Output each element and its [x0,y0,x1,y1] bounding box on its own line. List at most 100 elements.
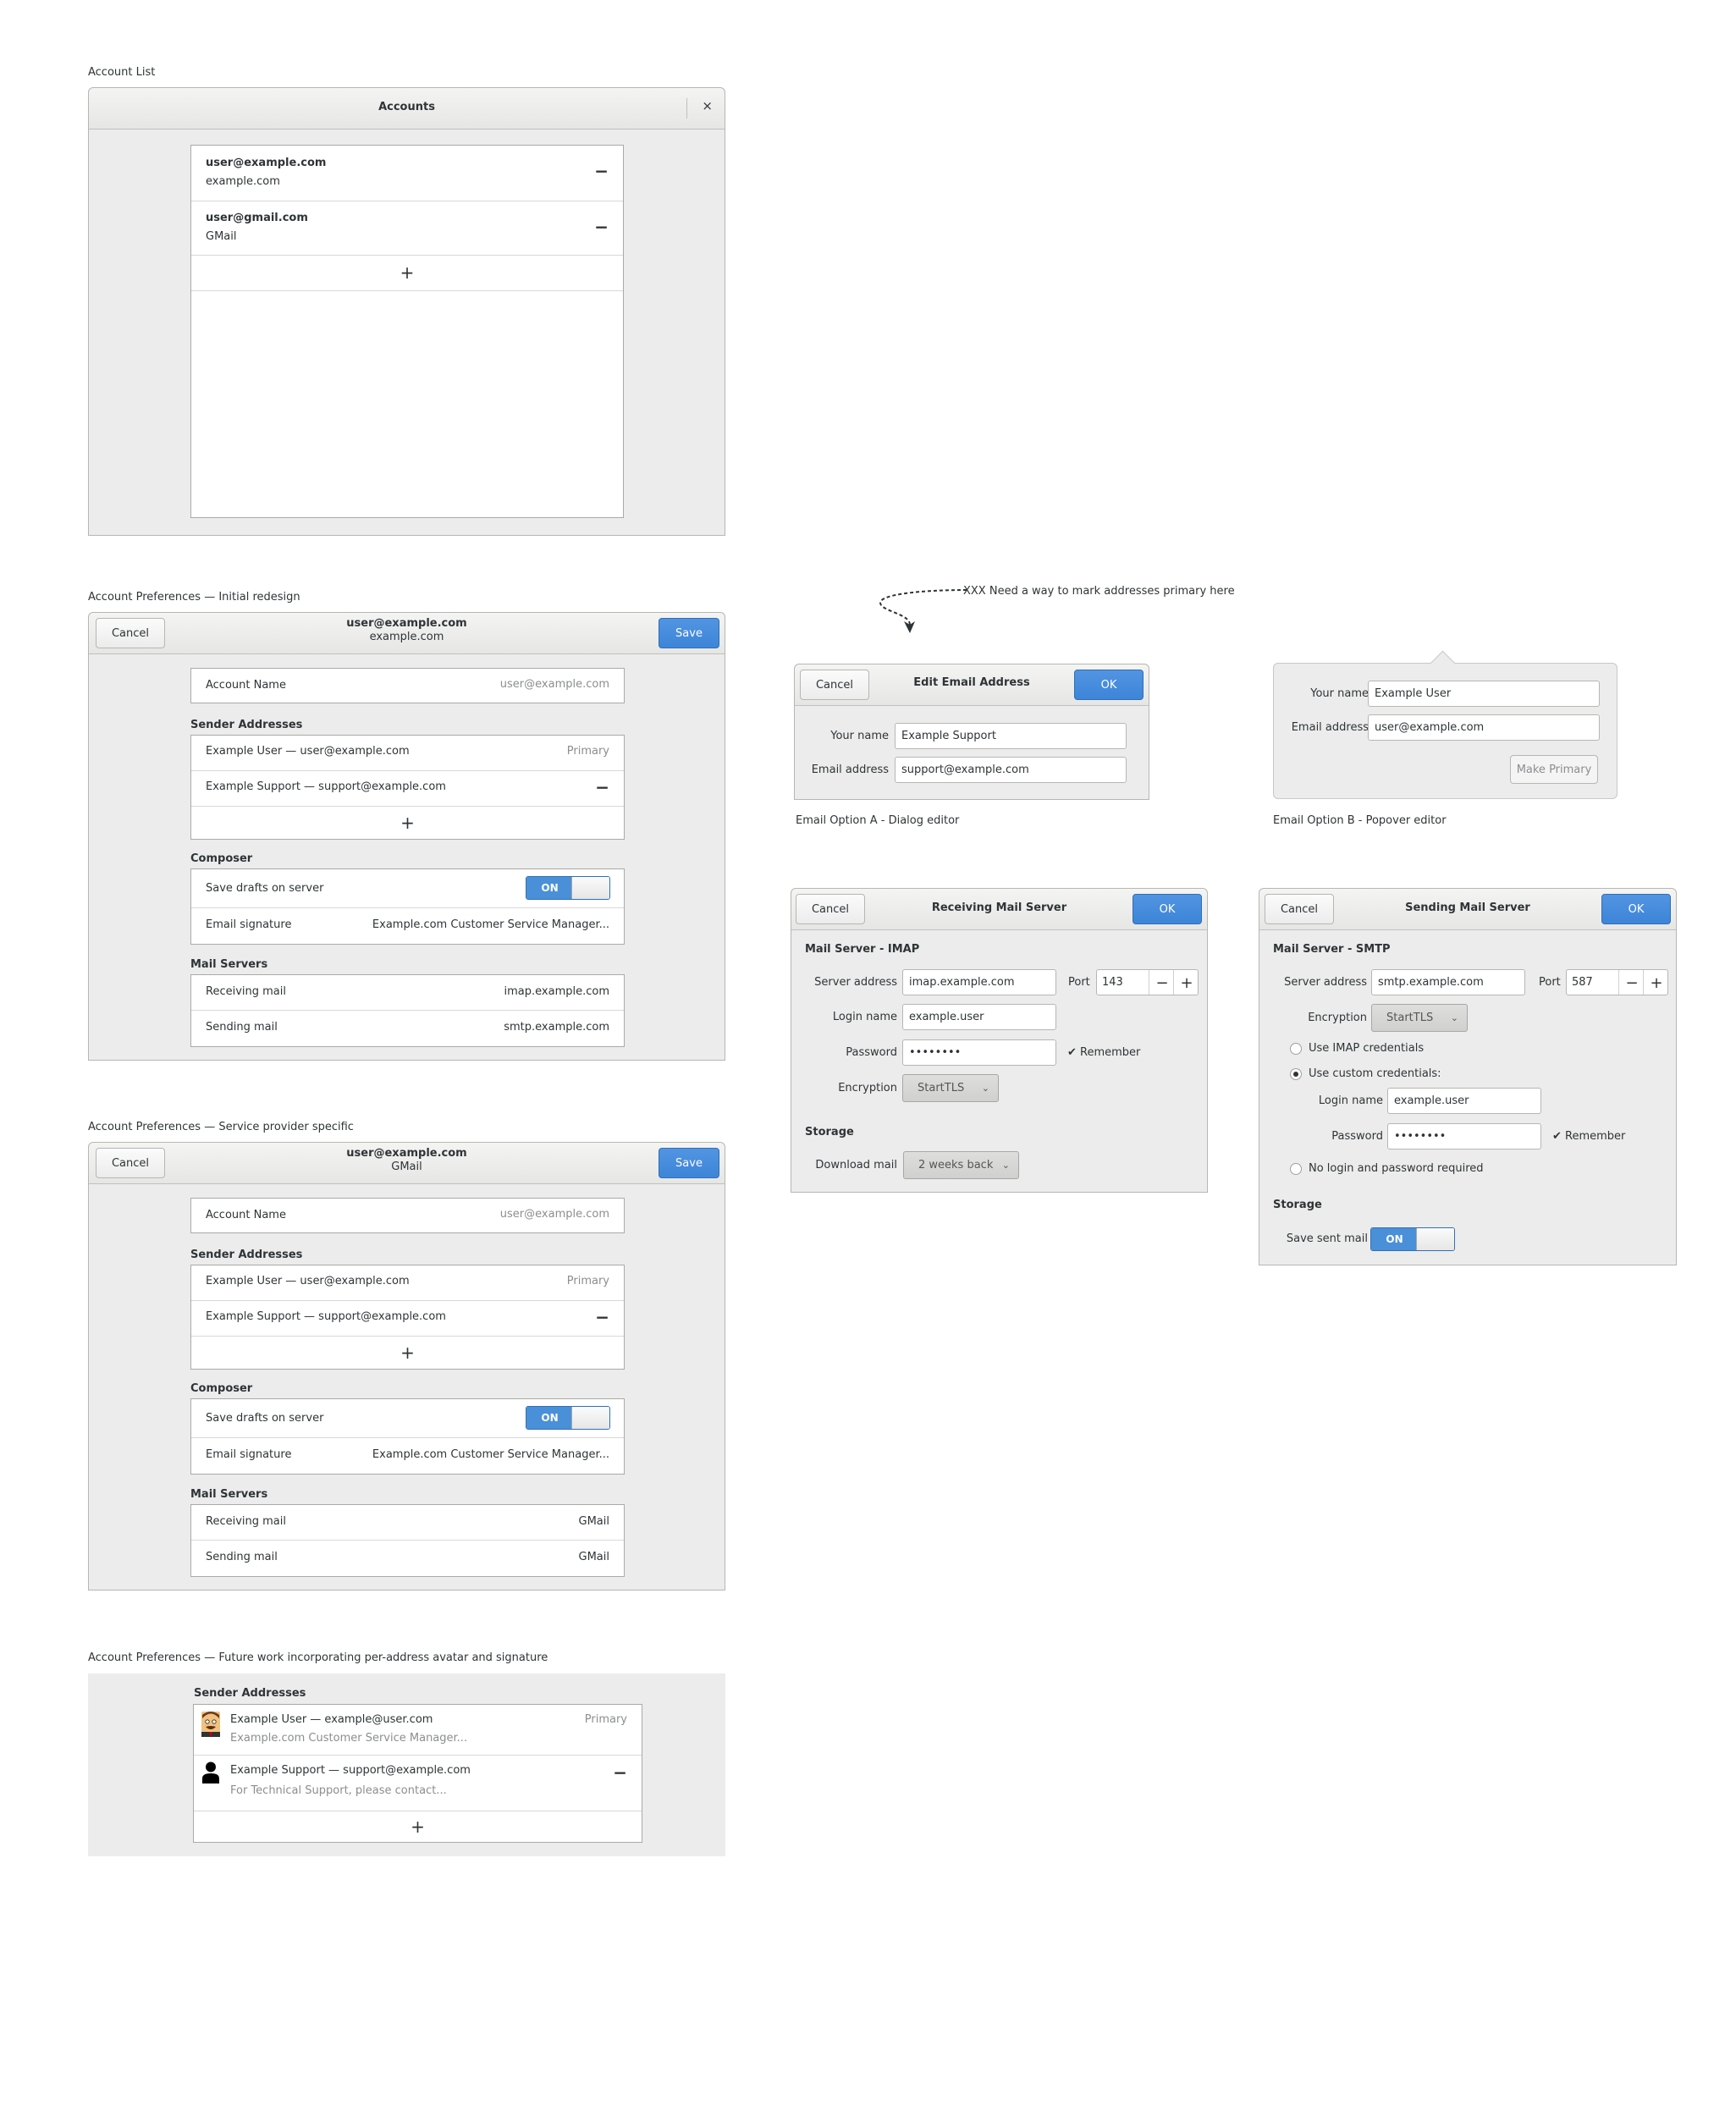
save-drafts-switch[interactable]: ON [526,876,610,900]
encryption-value: StartTLS [918,1082,965,1094]
remove-sender-button[interactable]: − [595,1309,609,1326]
sender-text: Example Support — support@example.com [206,780,446,793]
port-decrease-button[interactable]: − [1149,970,1175,995]
save-drafts-label: Save drafts on server [206,882,324,895]
password-input[interactable]: •••••••• [902,1039,1056,1066]
login-name-input[interactable]: example.user [1387,1088,1541,1114]
ok-button[interactable]: OK [1074,670,1144,700]
prefs-initial-window: Cancel user@example.com example.com Save… [88,612,725,1061]
save-button[interactable]: Save [659,1148,719,1178]
account-row[interactable]: user@example.com example.com − [191,146,623,201]
sender-row[interactable]: Example User — user@example.com Primary [191,736,624,771]
account-name-row[interactable]: Account Name user@example.com [190,1198,625,1233]
use-custom-radio[interactable] [1290,1068,1302,1080]
account-name-input[interactable]: user@example.com [500,678,609,691]
download-mail-combo[interactable]: 2 weeks back ⌄ [903,1151,1019,1179]
accounts-title: Accounts [378,101,435,113]
servers-heading: Mail Servers [190,1488,268,1501]
sender-text: Example Support — support@example.com [230,1764,471,1777]
sender-signature: Example.com Customer Service Manager... [230,1732,468,1745]
accounts-headerbar: Accounts × [89,88,725,130]
account-email: user@gmail.com [206,212,308,224]
add-sender-button[interactable]: + [191,814,624,831]
port-increase-button[interactable]: + [1173,970,1198,995]
sender-list: Example User — user@example.com Primary … [190,1265,625,1370]
password-input[interactable]: •••••••• [1387,1123,1541,1149]
account-name-row[interactable]: Account Name user@example.com [190,668,625,703]
add-sender-button[interactable]: + [194,1818,642,1835]
email-input[interactable]: user@example.com [1368,714,1600,741]
encryption-combo[interactable]: StartTLS ⌄ [902,1074,999,1102]
signature-row[interactable]: Email signature Example.com Customer Ser… [191,1438,624,1474]
servers-list: Receiving mail imap.example.com Sending … [190,974,625,1047]
remove-sender-button[interactable]: − [595,779,609,796]
account-title: user@example.com [346,1147,467,1160]
add-account-button[interactable]: + [191,264,623,281]
server-address-input[interactable]: imap.example.com [902,969,1056,995]
save-button[interactable]: Save [659,618,719,648]
sender-row[interactable]: Example Support — support@example.com − [191,1301,624,1337]
port-increase-button[interactable]: + [1643,970,1667,995]
receiving-row[interactable]: Receiving mail imap.example.com [191,975,624,1011]
use-imap-radio[interactable] [1290,1043,1302,1055]
smtp-section-heading: Mail Server - SMTP [1273,943,1391,956]
add-sender-row[interactable]: + [194,1811,642,1842]
remove-account-button[interactable]: − [594,163,609,179]
make-primary-button[interactable]: Make Primary [1510,755,1598,784]
name-label: Your name [830,730,889,742]
ok-button[interactable]: OK [1133,894,1202,924]
account-name-label: Account Name [206,1209,286,1221]
account-row[interactable]: user@gmail.com GMail − [191,201,623,256]
port-label: Port [1539,976,1561,989]
sender-row[interactable]: Example Support — support@example.com − [191,771,624,807]
signature-row[interactable]: Email signature Example.com Customer Ser… [191,908,624,944]
add-sender-button[interactable]: + [191,1344,624,1361]
add-account-row[interactable]: + [191,256,623,291]
receiving-value: imap.example.com [504,985,609,998]
sender-row[interactable]: Example User — user@example.com Primary [191,1265,624,1301]
composer-list: Save drafts on server ON Email signature… [190,1398,625,1475]
receiving-row[interactable]: Receiving mail GMail [191,1505,624,1541]
name-label: Your name [1310,687,1369,700]
use-imap-label: Use IMAP credentials [1309,1042,1425,1055]
email-input[interactable]: support@example.com [895,757,1127,783]
save-drafts-row[interactable]: Save drafts on server ON [191,1399,624,1438]
save-drafts-switch[interactable]: ON [526,1406,610,1430]
login-name-input[interactable]: example.user [902,1004,1056,1030]
save-drafts-row[interactable]: Save drafts on server ON [191,869,624,908]
account-name-input[interactable]: user@example.com [500,1208,609,1221]
caption-account-list: Account List [88,66,156,79]
switch-on-label: ON [526,1407,573,1429]
dialog-headerbar: Cancel Edit Email Address OK [795,664,1149,706]
port-decrease-button[interactable]: − [1618,970,1645,995]
prefs-headerbar: Cancel user@example.com GMail Save [89,1143,725,1184]
switch-on-label: ON [1371,1228,1418,1250]
name-input[interactable]: Example Support [895,723,1127,749]
save-sent-switch[interactable]: ON [1370,1227,1455,1251]
encryption-label: Encryption [838,1082,897,1094]
name-input[interactable]: Example User [1368,681,1600,707]
future-panel: Sender Addresses Example User — example@… [88,1673,725,1856]
primary-badge: Primary [584,1713,627,1726]
add-sender-row[interactable]: + [191,807,624,839]
add-sender-row[interactable]: + [191,1337,624,1369]
switch-on-label: ON [526,877,573,899]
close-icon[interactable]: × [702,98,713,113]
sender-row[interactable]: Example User — example@user.com Example.… [194,1705,642,1756]
sender-row[interactable]: Example Support — support@example.com Fo… [194,1756,642,1811]
encryption-combo[interactable]: StartTLS ⌄ [1371,1004,1468,1032]
remove-sender-button[interactable]: − [613,1764,627,1781]
server-address-input[interactable]: smtp.example.com [1371,969,1525,995]
primary-badge: Primary [566,1275,609,1287]
port-spinbutton[interactable]: 587 − + [1566,969,1668,995]
sending-row[interactable]: Sending mail smtp.example.com [191,1011,624,1046]
remove-account-button[interactable]: − [594,218,609,235]
receiving-server-dialog: Cancel Receiving Mail Server OK Mail Ser… [791,888,1208,1193]
remember-checkbox[interactable]: ✔ Remember [1552,1130,1625,1143]
sending-row[interactable]: Sending mail GMail [191,1541,624,1576]
no-login-radio[interactable] [1290,1163,1302,1175]
port-spinbutton[interactable]: 143 − + [1096,969,1199,995]
accounts-list: user@example.com example.com − user@gmai… [190,145,624,518]
remember-checkbox[interactable]: ✔ Remember [1067,1046,1140,1059]
ok-button[interactable]: OK [1601,894,1671,924]
